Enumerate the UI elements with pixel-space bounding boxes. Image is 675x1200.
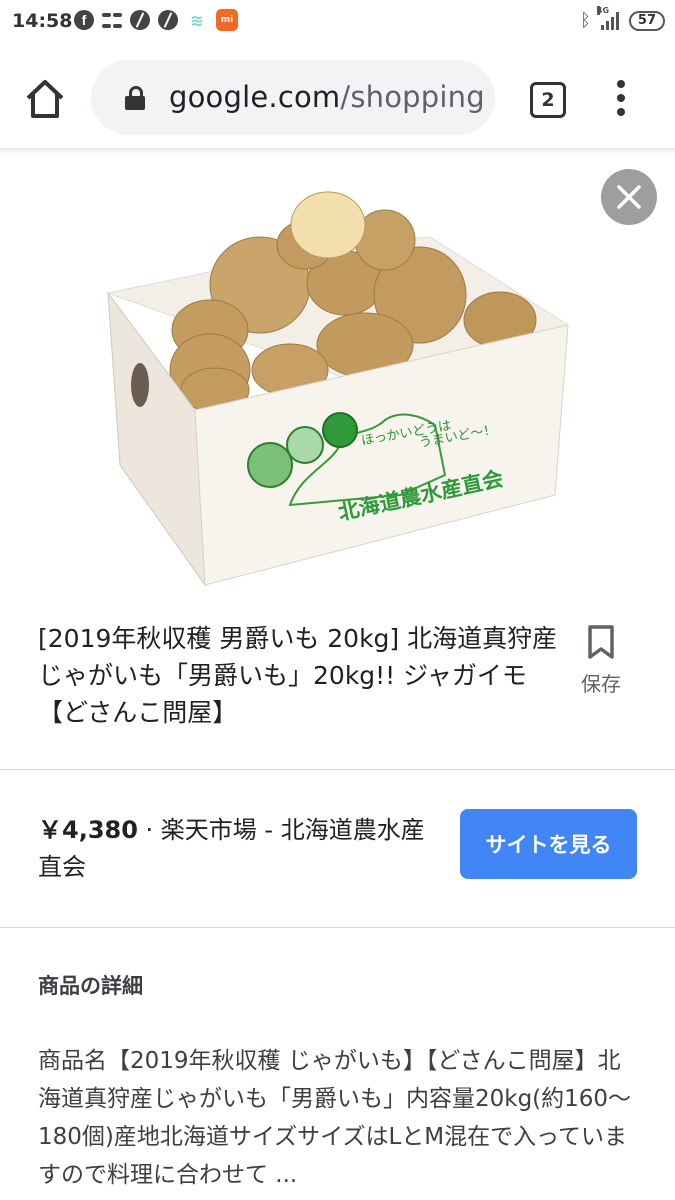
bluetooth-icon: ᛒ: [580, 10, 591, 31]
save-button[interactable]: 保存: [576, 624, 626, 697]
lock-icon: [125, 86, 145, 110]
url-domain: google.com: [169, 80, 341, 114]
grid-app-icon: [102, 10, 122, 30]
close-icon: [617, 185, 641, 209]
url-bar[interactable]: google.com/shopping: [91, 60, 495, 135]
notification-icons: f ≋ mi: [74, 9, 238, 31]
save-label: 保存: [581, 672, 621, 696]
divider: [0, 769, 675, 770]
divider: [0, 927, 675, 928]
visit-site-button[interactable]: サイトを見る: [460, 809, 637, 879]
mi-icon: mi: [216, 9, 238, 31]
toolbar-shadow: [0, 148, 675, 154]
app-icon: ≋: [190, 10, 204, 30]
close-button[interactable]: [601, 169, 657, 225]
url-path: /shopping: [340, 80, 485, 114]
status-right: ᛒ 4G 57: [580, 5, 665, 31]
signal-icon: 4G: [596, 5, 619, 30]
status-time: 14:58: [12, 10, 73, 32]
browser-toolbar: google.com/shopping 2: [0, 50, 675, 146]
bookmark-icon: [588, 625, 614, 659]
facebook-icon: f: [74, 10, 94, 30]
url-text[interactable]: google.com/shopping: [169, 80, 485, 114]
ball-icon: [158, 10, 178, 30]
product-image: ほっかいどうは うまいど〜！ 北海道農水産直会: [106, 191, 570, 587]
menu-icon[interactable]: [614, 80, 628, 116]
ball-icon: [130, 10, 150, 30]
price: ￥4,380: [38, 816, 138, 844]
product-title[interactable]: [2019年秋収穫 男爵いも 20kg] 北海道真狩産じゃがいも「男爵いも」20…: [38, 620, 558, 731]
home-icon[interactable]: [22, 76, 68, 122]
battery-icon: 57: [628, 10, 665, 31]
details-heading: 商品の詳細: [38, 974, 143, 998]
price-seller-line: ￥4,380 · 楽天市場 - 北海道農水産直会: [38, 812, 448, 886]
tab-switcher-button[interactable]: 2: [530, 82, 566, 118]
network-label: 4G: [596, 5, 610, 15]
status-bar: 14:58 f ≋ mi ᛒ 4G 57: [0, 0, 675, 44]
details-text[interactable]: 商品名【2019年秋収穫 じゃがいも】【どさんこ問屋】北海道真狩産じゃがいも「男…: [38, 1042, 638, 1194]
